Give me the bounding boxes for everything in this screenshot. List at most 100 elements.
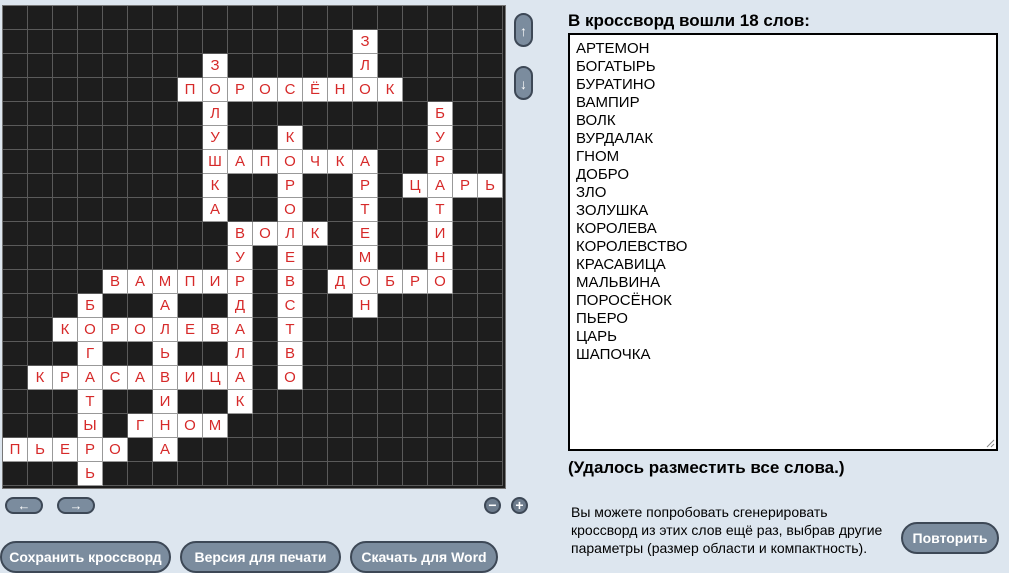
zoom-out-button[interactable]: − xyxy=(484,497,501,514)
crossword-empty-cell xyxy=(28,342,53,366)
crossword-empty-cell xyxy=(428,318,453,342)
crossword-letter-cell: Л xyxy=(228,342,253,366)
crossword-letter-cell: Ы xyxy=(78,414,103,438)
crossword-empty-cell xyxy=(303,54,328,78)
crossword-empty-cell xyxy=(303,294,328,318)
scroll-up-button[interactable]: ↑ xyxy=(514,13,533,47)
scroll-left-button[interactable]: ← xyxy=(5,497,43,514)
crossword-empty-cell xyxy=(253,462,278,486)
crossword-empty-cell xyxy=(103,294,128,318)
crossword-letter-cell: О xyxy=(178,414,203,438)
crossword-letter-cell: Р xyxy=(428,150,453,174)
crossword-empty-cell xyxy=(403,6,428,30)
word-count-heading: В кроссворд вошли 18 слов: xyxy=(568,11,810,30)
download-word-button[interactable]: Скачать для Word xyxy=(350,541,498,573)
crossword-empty-cell xyxy=(478,78,503,102)
crossword-empty-cell xyxy=(78,126,103,150)
crossword-empty-cell xyxy=(103,6,128,30)
crossword-empty-cell xyxy=(153,174,178,198)
crossword-empty-cell xyxy=(403,342,428,366)
crossword-letter-cell: К xyxy=(378,78,403,102)
crossword-empty-cell xyxy=(3,294,28,318)
crossword-letter-cell: О xyxy=(128,318,153,342)
crossword-empty-cell xyxy=(3,414,28,438)
crossword-empty-cell xyxy=(453,270,478,294)
crossword-empty-cell xyxy=(178,174,203,198)
crossword-empty-cell xyxy=(103,126,128,150)
crossword-empty-cell xyxy=(178,150,203,174)
crossword-empty-cell xyxy=(128,174,153,198)
crossword-letter-cell: Т xyxy=(353,198,378,222)
crossword-letter-cell: Б xyxy=(78,294,103,318)
crossword-empty-cell xyxy=(253,126,278,150)
crossword-empty-cell xyxy=(28,246,53,270)
crossword-empty-cell xyxy=(353,342,378,366)
word-list-textarea[interactable]: АРТЕМОН БОГАТЫРЬ БУРАТИНО ВАМПИР ВОЛК ВУРДАЛА… xyxy=(568,33,998,451)
scroll-right-button[interactable]: → xyxy=(57,497,95,514)
scroll-down-button[interactable]: ↓ xyxy=(514,66,533,100)
minus-icon: − xyxy=(488,497,497,513)
crossword-empty-cell xyxy=(103,390,128,414)
crossword-letter-cell: М xyxy=(153,270,178,294)
crossword-empty-cell xyxy=(103,54,128,78)
crossword-empty-cell xyxy=(78,246,103,270)
crossword-letter-cell: И xyxy=(428,222,453,246)
word-list-item: ПЬЕРО xyxy=(576,310,628,327)
print-version-button[interactable]: Версия для печати xyxy=(180,541,341,573)
crossword-empty-cell xyxy=(253,30,278,54)
crossword-letter-cell: Т xyxy=(278,318,303,342)
crossword-empty-cell xyxy=(3,102,28,126)
zoom-in-button[interactable]: + xyxy=(511,497,528,514)
crossword-letter-cell: О xyxy=(253,78,278,102)
crossword-empty-cell xyxy=(353,462,378,486)
crossword-letter-cell: Р xyxy=(53,366,78,390)
repeat-button[interactable]: Повторить xyxy=(901,522,999,554)
crossword-empty-cell xyxy=(53,198,78,222)
crossword-empty-cell xyxy=(378,366,403,390)
crossword-letter-cell: М xyxy=(353,246,378,270)
crossword-letter-cell: К xyxy=(278,126,303,150)
crossword-empty-cell xyxy=(328,390,353,414)
crossword-empty-cell xyxy=(303,102,328,126)
crossword-grid[interactable]: ЗЗЛПОРОСЁНОКЛБУКУШАПОЧКАРКРРЦАРЬАОТТВОЛК… xyxy=(2,5,506,489)
crossword-letter-cell: Р xyxy=(103,318,128,342)
crossword-empty-cell xyxy=(403,438,428,462)
save-crossword-button[interactable]: Сохранить кроссворд xyxy=(0,541,171,573)
crossword-letter-cell: Р xyxy=(228,270,253,294)
crossword-empty-cell xyxy=(203,30,228,54)
crossword-empty-cell xyxy=(153,6,178,30)
crossword-letter-cell: К xyxy=(53,318,78,342)
crossword-empty-cell xyxy=(78,78,103,102)
crossword-empty-cell xyxy=(428,366,453,390)
resize-handle-icon[interactable] xyxy=(985,438,995,448)
crossword-empty-cell xyxy=(478,150,503,174)
crossword-empty-cell xyxy=(153,126,178,150)
crossword-empty-cell xyxy=(228,6,253,30)
crossword-empty-cell xyxy=(53,6,78,30)
crossword-empty-cell xyxy=(428,462,453,486)
crossword-empty-cell xyxy=(203,6,228,30)
crossword-empty-cell xyxy=(353,102,378,126)
crossword-empty-cell xyxy=(53,246,78,270)
crossword-empty-cell xyxy=(278,102,303,126)
crossword-empty-cell xyxy=(303,414,328,438)
crossword-empty-cell xyxy=(228,462,253,486)
crossword-empty-cell xyxy=(78,102,103,126)
crossword-empty-cell xyxy=(228,30,253,54)
crossword-empty-cell xyxy=(353,390,378,414)
word-list-item: ШАПОЧКА xyxy=(576,346,651,363)
crossword-empty-cell xyxy=(3,246,28,270)
crossword-empty-cell xyxy=(328,342,353,366)
crossword-empty-cell xyxy=(53,342,78,366)
crossword-empty-cell xyxy=(328,6,353,30)
plus-icon: + xyxy=(515,497,524,513)
crossword-letter-cell: А xyxy=(128,366,153,390)
crossword-empty-cell xyxy=(453,366,478,390)
crossword-empty-cell xyxy=(203,462,228,486)
crossword-empty-cell xyxy=(203,342,228,366)
crossword-letter-cell: В xyxy=(203,318,228,342)
crossword-empty-cell xyxy=(278,462,303,486)
crossword-letter-cell: З xyxy=(353,30,378,54)
crossword-empty-cell xyxy=(78,198,103,222)
word-list: АРТЕМОН БОГАТЫРЬ БУРАТИНО ВАМПИР ВОЛК ВУРДАЛА… xyxy=(576,40,996,364)
